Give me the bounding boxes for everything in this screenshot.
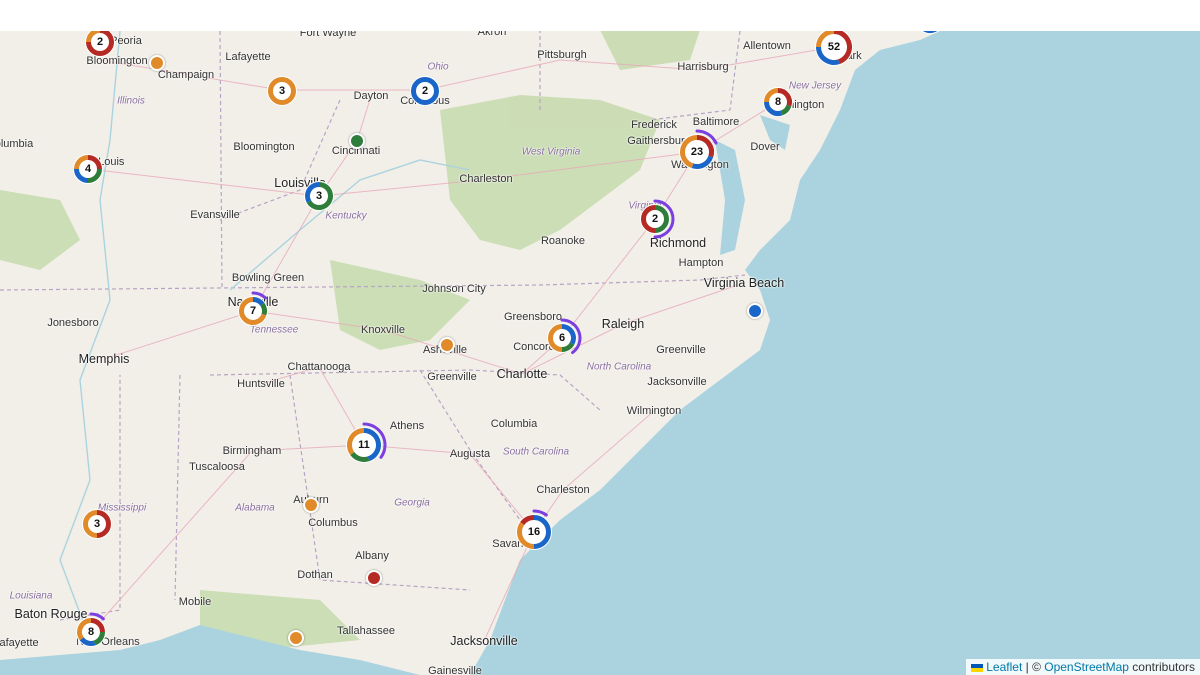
place-label: Athens <box>389 420 425 432</box>
location-marker-orange[interactable] <box>288 630 304 646</box>
marker-cluster[interactable]: 7 <box>231 289 275 333</box>
place-label: Lafayette <box>0 637 39 649</box>
place-label: Charleston <box>459 173 513 185</box>
place-label: Birmingham <box>222 445 282 457</box>
cluster-count: 3 <box>93 518 101 530</box>
place-label: Mobile <box>178 596 212 608</box>
place-label: Champaign <box>157 69 215 81</box>
cluster-count: 7 <box>249 305 257 317</box>
marker-cluster[interactable]: 3 <box>260 69 304 113</box>
place-label: Raleigh <box>601 317 645 331</box>
marker-cluster[interactable]: 8 <box>756 80 800 124</box>
leaflet-link[interactable]: Leaflet <box>986 660 1022 674</box>
place-label: Columbia <box>0 138 34 150</box>
map-attribution: Leaflet | © OpenStreetMap contributors <box>966 659 1200 675</box>
cluster-count: 11 <box>358 439 370 451</box>
place-label: Tuscaloosa <box>189 461 245 473</box>
attribution-suffix: contributors <box>1128 660 1195 674</box>
top-bar <box>0 0 1200 31</box>
place-label: Johnson City <box>422 283 486 295</box>
location-marker-orange[interactable] <box>439 337 455 353</box>
place-label: Hampton <box>678 257 724 269</box>
cluster-count: 3 <box>315 190 323 202</box>
place-label: Roanoke <box>540 235 586 247</box>
marker-cluster[interactable]: 9 <box>908 31 952 41</box>
place-label: Virginia Beach <box>703 276 785 290</box>
place-label: Dothan <box>297 569 333 581</box>
cluster-count: 52 <box>827 41 841 53</box>
marker-cluster[interactable]: 2 <box>78 31 122 64</box>
marker-cluster[interactable]: 52 <box>808 31 860 73</box>
basemap <box>0 31 1200 675</box>
place-label: Bowling Green <box>231 272 305 284</box>
place-label: Jacksonville <box>647 376 707 388</box>
place-label: Charlotte <box>496 367 548 381</box>
cluster-count: 4 <box>84 163 92 175</box>
place-label: South Carolina <box>502 446 570 458</box>
place-label: Chattanooga <box>287 361 351 373</box>
marker-cluster[interactable]: 6 <box>540 316 584 360</box>
marker-cluster[interactable]: 11 <box>339 420 389 470</box>
place-label: Dover <box>750 141 780 153</box>
marker-cluster[interactable]: 23 <box>672 127 722 177</box>
place-label: Augusta <box>449 448 491 460</box>
cluster-count: 8 <box>87 626 95 638</box>
marker-cluster[interactable]: 8 <box>69 610 113 654</box>
osm-link[interactable]: OpenStreetMap <box>1044 660 1129 674</box>
location-marker-orange[interactable] <box>149 55 165 71</box>
place-label: Bloomington <box>233 141 295 153</box>
cluster-count: 2 <box>96 36 104 48</box>
place-label: Charleston <box>536 484 590 496</box>
cluster-count: 2 <box>421 85 429 97</box>
cluster-count: 9 <box>908 31 952 41</box>
place-label: Tallahassee <box>336 625 396 637</box>
place-label: Alabama <box>235 502 275 514</box>
place-label: Albany <box>355 550 389 562</box>
place-label: Evansville <box>190 209 240 221</box>
marker-cluster[interactable]: 3 <box>297 174 341 218</box>
place-label: Georgia <box>394 497 430 509</box>
cluster-count: 3 <box>278 85 286 97</box>
place-label: Greenville <box>656 344 706 356</box>
place-label: Allentown <box>743 40 791 52</box>
place-label: Gainesville <box>428 665 482 675</box>
place-label: Columbus <box>308 517 358 529</box>
place-label: Akron <box>477 31 507 38</box>
cluster-count: 2 <box>651 213 659 225</box>
cluster-count: 8 <box>774 96 782 108</box>
place-label: West Virginia <box>521 146 581 158</box>
attribution-separator: | © <box>1022 660 1045 674</box>
place-label: Greenville <box>427 371 477 383</box>
place-label: Harrisburg <box>677 61 729 73</box>
cluster-count: 16 <box>527 526 541 538</box>
marker-cluster[interactable]: 4 <box>66 147 110 191</box>
place-label: North Carolina <box>586 361 652 373</box>
place-label: Fort Wayne <box>299 31 357 39</box>
marker-cluster[interactable]: 2 <box>633 197 677 241</box>
location-marker-red[interactable] <box>366 570 382 586</box>
place-label: Columbia <box>490 418 538 430</box>
location-marker-blue[interactable] <box>747 303 763 319</box>
marker-cluster[interactable]: 16 <box>509 507 559 557</box>
place-label: Memphis <box>78 352 130 366</box>
map-canvas[interactable]: Fort Wayne Akron Pittsburgh Allentown Harris… <box>0 31 1200 675</box>
place-label: Frederick <box>631 119 677 131</box>
cluster-count: 23 <box>690 146 704 158</box>
location-marker-orange[interactable] <box>303 497 319 513</box>
place-label: Jacksonville <box>450 634 518 648</box>
place-label: Lafayette <box>225 51 271 63</box>
marker-cluster[interactable]: 2 <box>403 69 447 113</box>
place-label: Dayton <box>353 90 389 102</box>
place-label: Illinois <box>117 95 145 107</box>
place-label: Louisiana <box>9 590 53 602</box>
place-label: Jonesboro <box>47 317 99 329</box>
place-label: Pittsburgh <box>537 49 587 61</box>
place-label: Knoxville <box>360 324 406 336</box>
location-marker-green[interactable] <box>349 133 365 149</box>
ukraine-flag-icon <box>971 663 984 672</box>
place-label: Wilmington <box>626 405 682 417</box>
place-label: Huntsville <box>237 378 285 390</box>
cluster-count: 6 <box>558 332 566 344</box>
marker-cluster[interactable]: 3 <box>75 502 119 546</box>
